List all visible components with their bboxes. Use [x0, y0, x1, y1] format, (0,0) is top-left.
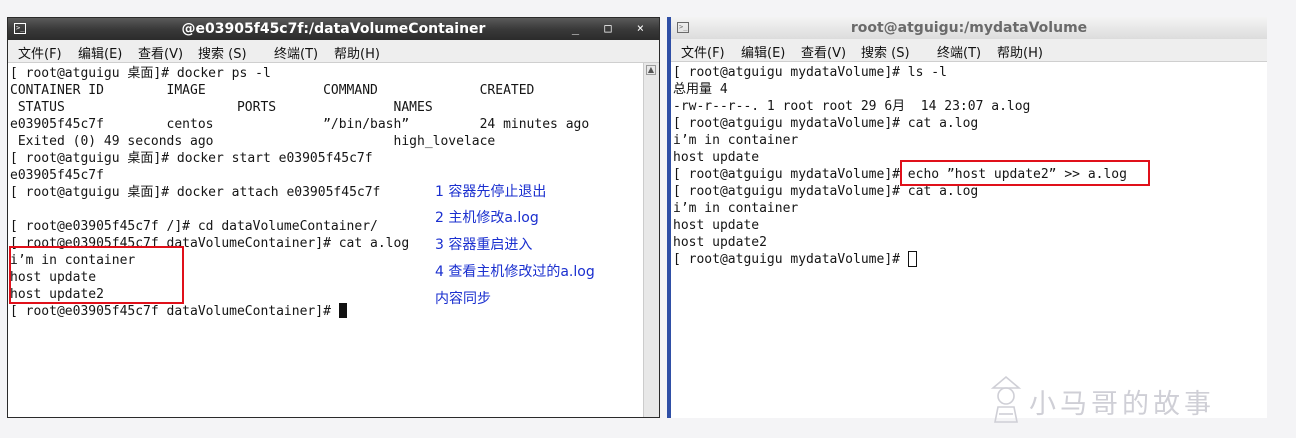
menu-view[interactable]: 查看(V) [138, 43, 183, 62]
terminal-cursor [338, 303, 347, 318]
watermark-figure-icon [990, 375, 1022, 423]
terminal-line: [ root@atguigu 桌面]# docker ps -l [10, 66, 271, 81]
menu-terminal[interactable]: 终端(T) [274, 43, 318, 62]
menu-help[interactable]: 帮助(H) [997, 42, 1043, 61]
window-title: root@atguigu:/mydataVolume [850, 20, 1088, 36]
terminal-line: e03905f45c7f centos ”/bin/bash” 24 minut… [10, 117, 590, 132]
terminal-line: STATUS PORTS NAMES [10, 100, 433, 115]
terminal-line: Exited (0) 49 seconds ago high_lovelace [10, 134, 496, 149]
prompt-text: [ root@e03905f45c7f dataVolumeContainer]… [10, 304, 339, 319]
terminal-line: [ root@atguigu mydataVolume]# ls -l [673, 65, 947, 80]
menu-search[interactable]: 搜索 (S) [198, 43, 247, 62]
terminal-line: [ root@atguigu 桌面]# docker attach e03905… [10, 185, 381, 200]
terminal-line: i’m in container [673, 201, 799, 216]
menu-bar: 文件(F) 编辑(E) 查看(V) 搜索 (S) 终端(T) 帮助(H) [8, 40, 659, 63]
menu-bar: 文件(F) 编辑(E) 查看(V) 搜索 (S) 终端(T) 帮助(H) [671, 39, 1267, 62]
annotation-step-4-cont: 内容同步 [435, 291, 491, 307]
menu-file[interactable]: 文件(F) [18, 43, 62, 62]
watermark: 小马哥的故事 [985, 372, 1245, 428]
terminal-line: [ root@atguigu 桌面]# docker start e03905f… [10, 151, 373, 166]
menu-search[interactable]: 搜索 (S) [861, 42, 910, 61]
terminal-window-container: >_ @e03905f45c7f:/dataVolumeContainer _ … [7, 17, 660, 418]
window-controls[interactable]: _ □ × [572, 21, 653, 35]
terminal-line: CONTAINER ID IMAGE COMMAND CREATED [10, 83, 535, 98]
terminal-line: host update2 [673, 235, 767, 250]
title-bar[interactable]: >_ root@atguigu:/mydataVolume [671, 17, 1267, 39]
menu-edit[interactable]: 编辑(E) [741, 42, 785, 61]
terminal-line: -rw-r--r--. 1 root root 29 6月 14 23:07 a… [673, 99, 1031, 114]
menu-help[interactable]: 帮助(H) [334, 43, 380, 62]
scroll-up-arrow-icon[interactable]: ▲ [646, 65, 656, 75]
annotation-step-3: 3 容器重启进入 [435, 237, 533, 253]
terminal-line: [ root@e03905f45c7f /]# cd dataVolumeCon… [10, 219, 378, 234]
terminal-line: e03905f45c7f [10, 168, 104, 183]
prompt-text: [ root@atguigu mydataVolume]# [673, 252, 908, 267]
window-title: @e03905f45c7f:/dataVolumeContainer [181, 21, 486, 37]
menu-file[interactable]: 文件(F) [681, 42, 725, 61]
terminal-line: host update [673, 218, 760, 233]
scrollbar[interactable]: ▲ [643, 63, 659, 417]
terminal-window-host: >_ root@atguigu:/mydataVolume 文件(F) 编辑(E… [667, 17, 1267, 418]
annotation-step-4: 4 查看主机修改过的a.log [435, 264, 595, 280]
terminal-line: [ root@atguigu mydataVolume]# cat a.log [673, 116, 979, 131]
terminal-cursor [907, 251, 917, 267]
title-bar[interactable]: >_ @e03905f45c7f:/dataVolumeContainer _ … [8, 18, 659, 40]
watermark-text: 小马哥的故事 [1029, 389, 1215, 420]
terminal-line: host update [673, 150, 760, 165]
menu-terminal[interactable]: 终端(T) [937, 42, 981, 61]
highlight-box-echo-command [900, 160, 1150, 186]
menu-view[interactable]: 查看(V) [801, 42, 846, 61]
menu-edit[interactable]: 编辑(E) [78, 43, 122, 62]
terminal-prompt-line: [ root@atguigu mydataVolume]# [673, 251, 917, 268]
terminal-output[interactable]: [ root@atguigu mydataVolume]# ls -l 总用量 … [671, 62, 1267, 418]
terminal-output[interactable]: [ root@atguigu 桌面]# docker ps -l CONTAIN… [8, 63, 643, 417]
terminal-prompt-line: [ root@e03905f45c7f dataVolumeContainer]… [10, 303, 347, 320]
annotation-step-1: 1 容器先停止退出 [435, 184, 547, 200]
terminal-line: i’m in container [673, 133, 799, 148]
highlight-box-container-output [9, 246, 184, 304]
terminal-line: 总用量 4 [673, 82, 728, 97]
annotation-step-2: 2 主机修改a.log [435, 210, 539, 226]
